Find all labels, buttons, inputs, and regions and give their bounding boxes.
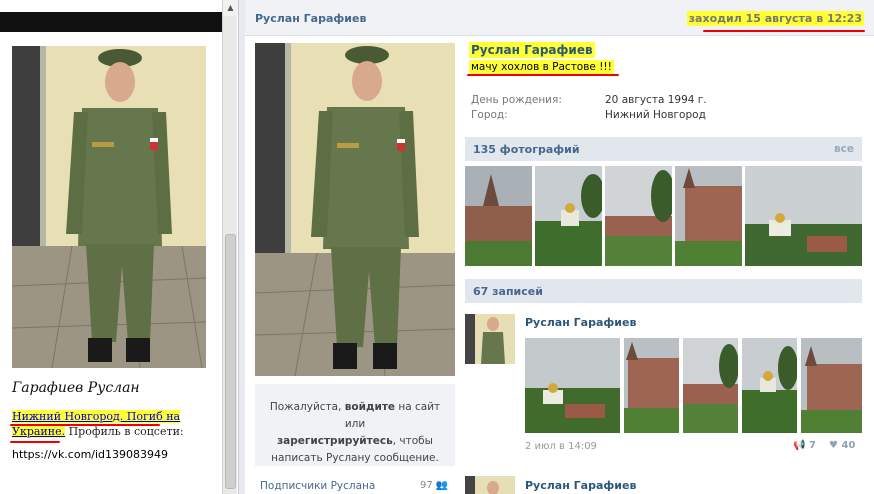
- photo-thumb-5[interactable]: [745, 166, 862, 266]
- wall-section-header[interactable]: 67 записей: [465, 279, 862, 303]
- subscribers-count: 97 👥: [420, 480, 449, 491]
- login-link[interactable]: войдите: [345, 401, 395, 413]
- post-author-avatar[interactable]: [465, 314, 515, 364]
- vertical-scrollbar[interactable]: ▲: [222, 0, 238, 494]
- photos-count-label[interactable]: 135 фотографий: [473, 143, 580, 156]
- msg-line-3: написать Руслану сообщение.: [271, 452, 439, 464]
- birthday-value[interactable]: 20 августа 1994 г.: [605, 94, 707, 106]
- post-photo-1[interactable]: [525, 338, 620, 433]
- last-seen-underline: [703, 30, 865, 32]
- city-label: Город:: [471, 109, 508, 121]
- post-photo-5[interactable]: [801, 338, 862, 433]
- repost-counter[interactable]: 📢 7: [793, 440, 816, 451]
- last-seen-status: заходил 15 августа в 12:23: [686, 11, 864, 26]
- profile-avatar[interactable]: [255, 43, 455, 376]
- post-2-author-avatar[interactable]: [465, 476, 515, 494]
- profile-full-name: Руслан Гарафиев: [469, 42, 595, 58]
- post-date[interactable]: 2 июл в 14:09: [525, 441, 597, 452]
- wall-count-label[interactable]: 67 записей: [473, 285, 543, 298]
- photo-thumb-2[interactable]: [535, 166, 602, 266]
- post-2-author-name[interactable]: Руслан Гарафиев: [525, 479, 636, 492]
- status-underline: [467, 74, 619, 76]
- soldier-photo: [12, 46, 206, 368]
- red-underline-1: [10, 424, 160, 426]
- scroll-up-arrow-icon[interactable]: ▲: [223, 0, 238, 16]
- photos-section-header[interactable]: 135 фотографий все: [465, 137, 862, 161]
- profile-url: https://vk.com/id139083949: [12, 448, 169, 461]
- header-profile-name[interactable]: Руслан Гарафиев: [255, 12, 366, 25]
- photo-thumb-1[interactable]: [465, 166, 532, 266]
- like-counter[interactable]: ♥ 40: [829, 440, 855, 451]
- post-author-name[interactable]: Руслан Гарафиев: [525, 316, 636, 329]
- panel-divider: [238, 0, 245, 494]
- article-panel: Гарафиев Руслан Нижний Новгород. Погиб н…: [0, 0, 222, 494]
- register-link[interactable]: зарегистрируйтесь: [277, 435, 393, 447]
- people-icon: 👥: [435, 480, 449, 491]
- photos-all-link[interactable]: все: [834, 143, 854, 155]
- msg-line-2: зарегистрируйтесь, чтобы: [277, 435, 433, 447]
- vk-profile-page: Руслан Гарафиев заходил 15 августа в 12:…: [245, 0, 874, 494]
- login-message-box: Пожалуйста, войдите на сайт или зарегист…: [255, 384, 455, 466]
- post-photo-3[interactable]: [683, 338, 738, 433]
- post-photo-2[interactable]: [624, 338, 679, 433]
- heart-icon: ♥: [829, 440, 838, 451]
- post-photo-4[interactable]: [742, 338, 797, 433]
- dark-top-bar: [0, 12, 222, 32]
- msg-line-1: Пожалуйста, войдите на сайт или: [269, 401, 441, 430]
- megaphone-icon: 📢: [793, 440, 806, 451]
- profile-label: Профиль в соцсети:: [68, 425, 184, 438]
- birthday-label: День рождения:: [471, 94, 562, 106]
- city-value[interactable]: Нижний Новгород: [605, 109, 706, 121]
- profile-status: мачу хохлов в Растове !!!: [469, 60, 614, 74]
- photo-thumb-3[interactable]: [605, 166, 672, 266]
- red-underline-2: [10, 441, 60, 443]
- subscribers-link[interactable]: Подписчики Руслана: [260, 480, 375, 492]
- photo-caption: Гарафиев Руслан: [12, 380, 140, 396]
- scrollbar-thumb[interactable]: [225, 234, 236, 489]
- photo-thumb-4[interactable]: [675, 166, 742, 266]
